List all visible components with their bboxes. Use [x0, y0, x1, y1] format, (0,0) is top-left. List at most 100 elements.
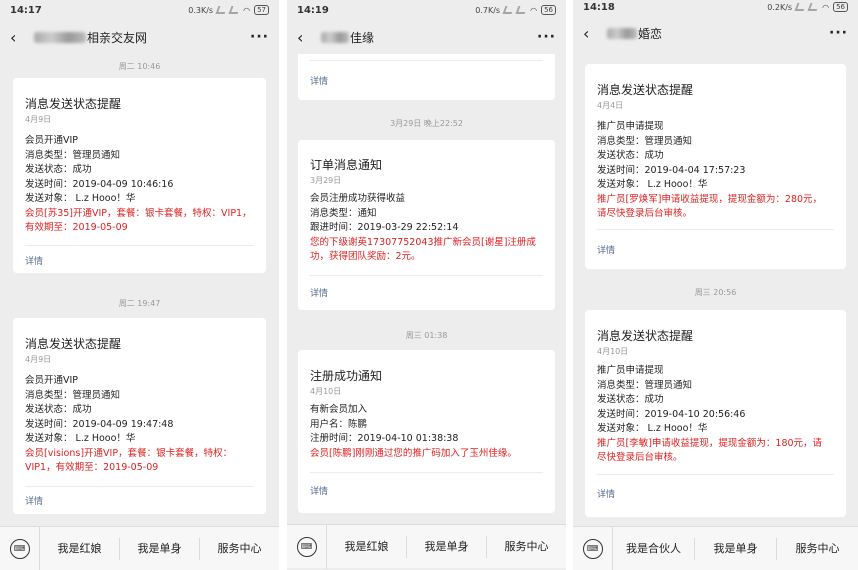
status-time: 14:19: [297, 4, 329, 16]
chat-screen-3: 14:18 0.2K/s ◠ 56 ‹ 婚恋 ··· 消息发送状态提醒 4月4日…: [573, 0, 858, 570]
card-alert-text: 会员[苏35]开通VIP，套餐：银卡套餐，特权：VIP1，: [25, 207, 252, 219]
chat-screen-2: 14:19 0.7K/s ◠ 56 ‹ 佳缘 ··· 详情 3月29日 晚上22…: [287, 0, 566, 570]
status-bar: 14:18 0.2K/s ◠ 56: [573, 0, 858, 17]
keyboard-toggle[interactable]: ⌨: [287, 524, 327, 569]
detail-link[interactable]: 详情: [597, 487, 615, 500]
card-line: 消息类型：管理员通知: [597, 379, 693, 391]
chat-title: 佳缘: [350, 30, 375, 45]
card-divider: [310, 472, 543, 473]
detail-link[interactable]: 详情: [310, 286, 328, 299]
card-alert-text: 会员[陈鹏]刚刚通过您的推广码加入了玉州佳缘。: [310, 447, 517, 459]
keyboard-icon: ⌨: [9, 538, 30, 559]
card-line: 跟进时间：2019-03-29 22:52:14: [310, 222, 459, 233]
card-line: 发送状态：成功: [25, 404, 92, 415]
network-speed: 0.2K/s: [767, 2, 793, 12]
back-arrow-icon[interactable]: ‹: [297, 28, 311, 47]
card-line: 发送时间：2019-04-04 17:57:23: [597, 164, 746, 176]
back-arrow-icon[interactable]: ‹: [583, 24, 597, 43]
message-card[interactable]: 注册成功通知 4月10日 有新会员加入 用户名：陈鹏 注册时间：2019-04-…: [298, 350, 555, 513]
keyboard-icon: ⌨: [582, 538, 603, 559]
card-divider: [310, 60, 543, 61]
signal-icon: [794, 3, 807, 11]
card-date: 4月10日: [310, 387, 342, 396]
message-card[interactable]: 消息发送状态提醒 4月9日 会员开通VIP 消息类型：管理员通知 发送状态：成功…: [13, 318, 266, 514]
card-alert-text: 功，获得团队奖励：2元。: [310, 251, 421, 262]
card-alert-text: 有效期至：2019-05-09: [25, 222, 128, 233]
timestamp: 周三 20:56: [694, 288, 737, 297]
menu-item[interactable]: 我是单身: [120, 537, 200, 560]
detail-link[interactable]: 详情: [597, 243, 615, 256]
timestamp: 周二 19:47: [118, 299, 161, 308]
chat-title: 婚恋: [638, 26, 663, 41]
menu-item[interactable]: 我是红娘: [40, 537, 120, 560]
menu-item[interactable]: 服务中心: [487, 536, 566, 558]
card-line: 发送状态：成功: [597, 150, 664, 161]
card-date: 4月4日: [597, 101, 624, 110]
status-time: 14:18: [583, 1, 615, 13]
detail-link[interactable]: 详情: [25, 494, 43, 507]
card-line: 发送时间：2019-04-09 10:46:16: [25, 178, 174, 190]
card-line: 推广员申请提现: [597, 365, 664, 376]
network-speed: 0.7K/s: [475, 5, 501, 15]
card-line: 发送时间：2019-04-09 19:47:48: [25, 418, 174, 430]
card-line: 推广员申请提现: [597, 121, 664, 132]
menu-item[interactable]: 服务中心: [200, 538, 279, 560]
card-line: 发送对象： L.z Hooo！华: [25, 193, 136, 204]
menu-item[interactable]: 我是单身: [407, 535, 487, 558]
menu-item[interactable]: 我是单身: [695, 537, 777, 560]
card-title: 消息发送状态提醒: [25, 337, 122, 351]
message-card-partial[interactable]: 详情: [298, 54, 555, 100]
blurred-account-name: [321, 31, 349, 43]
card-line: 发送状态：成功: [25, 164, 92, 175]
detail-link[interactable]: 详情: [25, 254, 43, 267]
more-options-icon[interactable]: ···: [537, 29, 556, 45]
battery-icon: 56: [541, 5, 556, 15]
status-bar: 14:19 0.7K/s ◠ 56: [287, 0, 566, 20]
card-body: 推广员申请提现 消息类型：管理员通知 发送状态：成功 发送时间：2019-04-…: [597, 120, 838, 222]
signal-icon: [807, 3, 820, 11]
chat-title: 相亲交友网: [87, 30, 148, 45]
card-alert-text: 您的下级谢英17307752043推广新会员[谢星]注册成: [310, 236, 536, 248]
card-line: 消息类型：管理员通知: [597, 135, 693, 147]
card-body: 推广员申请提现 消息类型：管理员通知 发送状态：成功 发送时间：2019-04-…: [597, 364, 838, 466]
battery-icon: 56: [833, 2, 848, 12]
more-options-icon[interactable]: ···: [250, 29, 269, 45]
keyboard-toggle[interactable]: ⌨: [0, 526, 40, 570]
message-card[interactable]: 消息发送状态提醒 4月10日 推广员申请提现 消息类型：管理员通知 发送状态：成…: [585, 310, 846, 517]
detail-link[interactable]: 详情: [310, 74, 328, 87]
menu-item[interactable]: 服务中心: [777, 538, 858, 560]
message-card[interactable]: 消息发送状态提醒 4月9日 会员开通VIP 消息类型：管理员通知 发送状态：成功…: [13, 78, 266, 273]
card-date: 4月9日: [25, 355, 52, 364]
card-body: 有新会员加入 用户名：陈鹏 注册时间：2019-04-10 01:38:38 会…: [310, 403, 547, 461]
more-options-icon[interactable]: ···: [829, 25, 848, 41]
nav-bar: ‹ 佳缘 ···: [287, 22, 566, 52]
card-line: 用户名：陈鹏: [310, 418, 368, 430]
card-line: 发送对象： L.z Hooo！华: [25, 433, 136, 444]
message-card[interactable]: 消息发送状态提醒 4月4日 推广员申请提现 消息类型：管理员通知 发送状态：成功…: [585, 64, 846, 269]
card-alert-text: 尽快登录后台审核。: [597, 452, 683, 463]
card-divider: [310, 275, 543, 276]
bottom-menu-bar: ⌨ 我是红娘 我是单身 服务中心: [0, 526, 279, 570]
message-card[interactable]: 订单消息通知 3月29日 会员注册成功获得收益 消息类型：通知 跟进时间：201…: [298, 140, 555, 310]
signal-icon: [215, 6, 228, 14]
back-arrow-icon[interactable]: ‹: [10, 28, 24, 47]
bottom-menu-bar: ⌨ 我是合伙人 我是单身 服务中心: [573, 526, 858, 570]
wifi-icon: ◠: [243, 5, 251, 15]
signal-icon: [515, 6, 528, 14]
card-alert-text: 请尽快登录后台审核。: [597, 208, 693, 219]
nav-bar: ‹ 婚恋 ···: [573, 18, 858, 48]
bottom-menu-bar: ⌨ 我是红娘 我是单身 服务中心: [287, 524, 566, 569]
card-line: 发送对象： L.z Hooo！华: [597, 423, 708, 434]
card-title: 消息发送状态提醒: [597, 83, 694, 97]
menu-item[interactable]: 我是合伙人: [613, 537, 695, 560]
chat-screen-1: 14:17 0.3K/s ◠ 57 ‹ 相亲交友网 ··· 周二 10:46 消…: [0, 0, 279, 570]
card-alert-text: VIP1，有效期至：2019-05-09: [25, 462, 159, 473]
card-divider: [597, 229, 834, 230]
keyboard-toggle[interactable]: ⌨: [573, 526, 613, 570]
status-time: 14:17: [10, 4, 42, 16]
menu-item[interactable]: 我是红娘: [327, 535, 407, 558]
battery-icon: 57: [254, 5, 269, 15]
status-bar: 14:17 0.3K/s ◠ 57: [0, 0, 279, 20]
detail-link[interactable]: 详情: [310, 484, 328, 497]
card-title: 消息发送状态提醒: [25, 97, 122, 111]
